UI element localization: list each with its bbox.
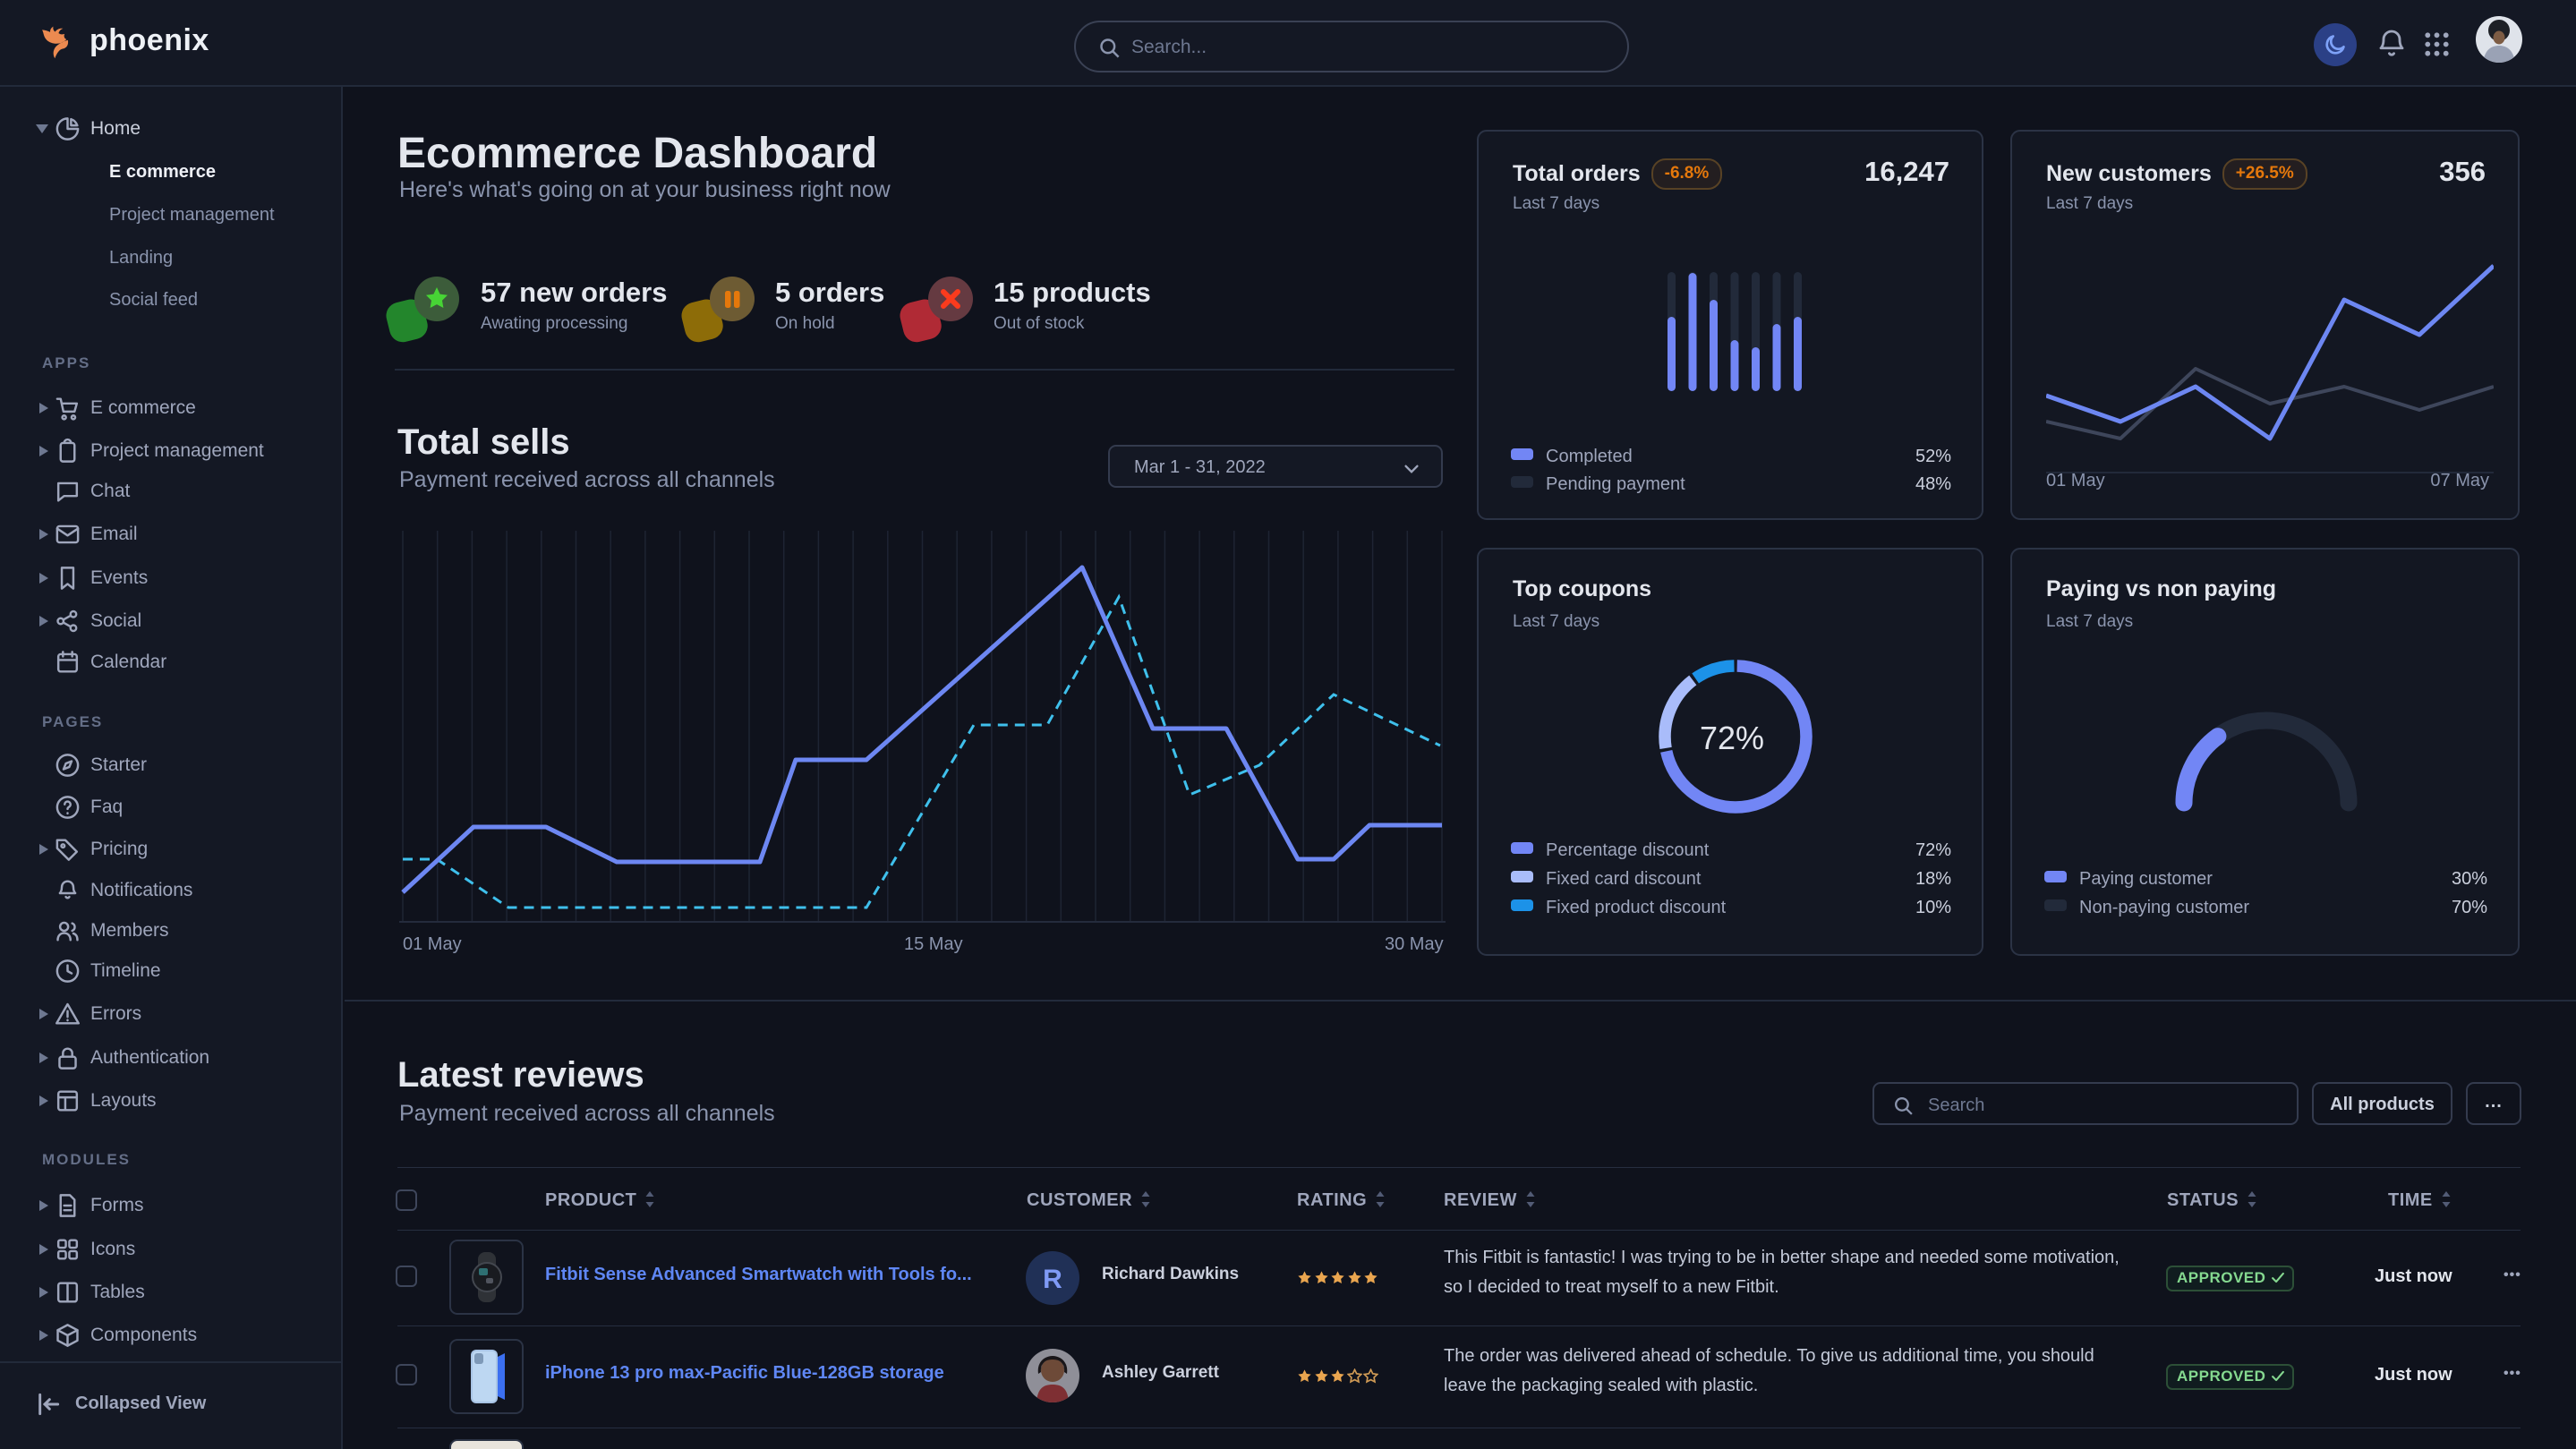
svg-text:R: R	[1043, 1265, 1062, 1294]
